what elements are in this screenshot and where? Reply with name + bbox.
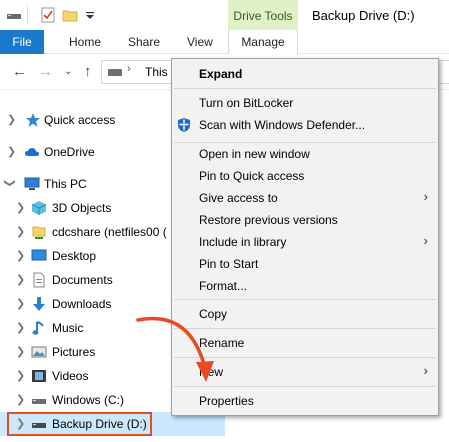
tab-file[interactable]: File <box>0 30 44 54</box>
drive-icon <box>32 399 46 404</box>
chevron-right-icon[interactable]: ❯ <box>16 321 26 334</box>
recent-locations-chevron-icon[interactable]: ⌄ <box>64 66 72 77</box>
menu-separator <box>174 386 436 387</box>
menu-item-label: Rename <box>199 336 245 350</box>
menu-separator <box>174 328 436 329</box>
properties-icon[interactable] <box>40 7 56 23</box>
menu-item-pin-to-quick-access[interactable]: Pin to Quick access <box>172 165 438 187</box>
chevron-right-icon[interactable]: ❯ <box>16 201 26 214</box>
cloud-icon <box>25 148 39 156</box>
menu-item-give-access-to[interactable]: Give access to › <box>172 187 438 209</box>
address-path: This <box>145 65 168 79</box>
tree-item-label: Windows (C:) <box>52 393 125 407</box>
new-folder-icon[interactable] <box>62 7 78 23</box>
chevron-right-icon[interactable]: ❯ <box>16 225 26 238</box>
drive-icon[interactable] <box>6 7 22 23</box>
menu-item-copy[interactable]: Copy <box>172 303 438 325</box>
menu-item-label: Turn on BitLocker <box>199 96 294 110</box>
film-icon <box>32 370 46 382</box>
tree-item-label: Downloads <box>52 297 112 311</box>
chevron-right-icon[interactable]: ❯ <box>7 145 17 158</box>
menu-item-pin-to-start[interactable]: Pin to Start <box>172 253 438 275</box>
tree-item-label: Pictures <box>52 345 96 359</box>
chevron-right-icon[interactable]: ❯ <box>7 113 17 126</box>
menu-item-open-in-new-window[interactable]: Open in new window <box>172 143 438 165</box>
menu-item-label: Restore previous versions <box>199 213 338 227</box>
tree-item-label: Documents <box>52 273 113 287</box>
chevron-down-icon[interactable]: ❯ <box>4 179 17 189</box>
menu-item-label: Pin to Quick access <box>199 169 305 183</box>
drive-icon <box>108 69 122 76</box>
tree-item-label: Quick access <box>44 113 116 127</box>
submenu-chevron-icon: › <box>423 363 428 378</box>
divider <box>27 5 28 25</box>
tree-item-label: Music <box>52 321 84 335</box>
chevron-right-icon[interactable]: ❯ <box>16 369 26 382</box>
tree-item-label: cdcshare (netfiles00 ( <box>52 225 167 239</box>
ribbon-tabs: File Home Share View Manage <box>0 30 449 55</box>
tab-manage[interactable]: Manage <box>228 30 298 55</box>
annotation-highlight-box <box>7 412 152 436</box>
menu-item-label: Expand <box>199 67 243 81</box>
menu-separator <box>174 357 436 358</box>
tab-view[interactable]: View <box>187 30 213 54</box>
menu-item-format[interactable]: Format... <box>172 275 438 297</box>
menu-separator <box>174 299 436 300</box>
document-icon <box>33 272 45 288</box>
tab-share[interactable]: Share <box>128 30 160 54</box>
up-arrow-icon[interactable]: ↑ <box>84 63 92 80</box>
menu-item-label: Pin to Start <box>199 257 259 271</box>
chevron-right-icon[interactable]: ❯ <box>16 297 26 310</box>
menu-item-scan-with-defender[interactable]: Scan with Windows Defender... <box>172 114 438 136</box>
menu-item-label: Scan with Windows Defender... <box>199 118 366 132</box>
tree-item-label: Desktop <box>52 249 97 263</box>
back-arrow-icon[interactable]: ← <box>12 63 27 80</box>
tree-item-label: Videos <box>52 369 89 383</box>
drive-tools-text: Drive Tools <box>233 9 293 23</box>
menu-item-new[interactable]: New › <box>172 361 438 383</box>
star-icon <box>26 113 40 127</box>
tree-item-label: 3D Objects <box>52 201 112 215</box>
forward-arrow-icon[interactable]: → <box>38 63 53 80</box>
menu-item-label: Include in library <box>199 235 287 249</box>
submenu-chevron-icon: › <box>423 189 428 204</box>
tree-item-label: This PC <box>44 177 87 191</box>
chevron-right-icon[interactable]: ❯ <box>16 393 26 406</box>
menu-item-turn-on-bitlocker[interactable]: Turn on BitLocker <box>172 92 438 114</box>
music-icon <box>32 321 44 335</box>
menu-item-label: Give access to <box>199 191 278 205</box>
menu-item-include-in-library[interactable]: Include in library › <box>172 231 438 253</box>
drive-tools-context-label: Drive Tools <box>228 0 298 32</box>
menu-item-expand[interactable]: Expand <box>172 63 438 85</box>
picture-icon <box>31 346 47 358</box>
menu-item-restore-previous-versions[interactable]: Restore previous versions <box>172 209 438 231</box>
chevron-right-icon[interactable]: › <box>127 63 131 75</box>
tab-home[interactable]: Home <box>69 30 101 54</box>
window-title: Backup Drive (D:) <box>312 8 415 23</box>
menu-item-label: Copy <box>199 307 228 321</box>
tree-item-label: OneDrive <box>44 145 95 159</box>
chevron-right-icon[interactable]: ❯ <box>16 345 26 358</box>
computer-icon <box>24 177 40 190</box>
chevron-right-icon[interactable]: ❯ <box>16 249 26 262</box>
desktop-icon <box>31 249 47 261</box>
menu-item-properties[interactable]: Properties <box>172 390 438 412</box>
menu-item-label: Open in new window <box>199 147 310 161</box>
defender-shield-icon <box>178 118 190 132</box>
chevron-right-icon[interactable]: ❯ <box>16 273 26 286</box>
menu-item-label: Properties <box>199 394 254 408</box>
submenu-chevron-icon: › <box>423 233 428 248</box>
download-icon <box>33 297 45 311</box>
title-bar: Drive Tools Backup Drive (D:) <box>0 0 449 32</box>
cube-icon <box>31 201 47 215</box>
customize-quick-access-icon[interactable] <box>82 7 98 23</box>
menu-item-rename[interactable]: Rename <box>172 332 438 354</box>
context-menu: Expand Turn on BitLocker Scan with Windo… <box>171 58 439 416</box>
menu-separator <box>174 88 436 89</box>
menu-item-label: Format... <box>199 279 248 293</box>
network-drive-icon <box>32 226 46 239</box>
menu-item-label: New <box>199 365 224 379</box>
